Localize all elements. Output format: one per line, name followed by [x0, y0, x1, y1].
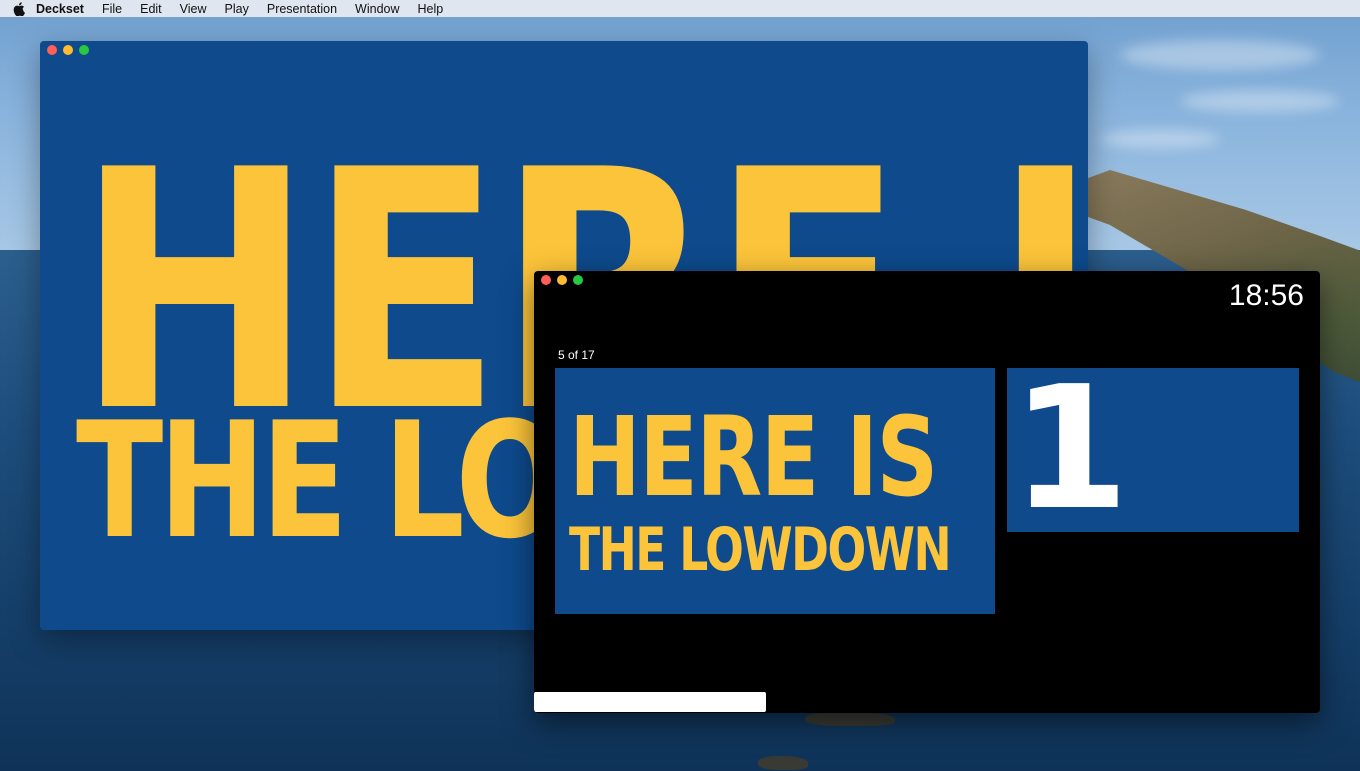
close-icon[interactable]	[47, 45, 57, 55]
current-slide-preview[interactable]: HERE IS THE LOWDOWN	[555, 368, 995, 614]
zoom-icon[interactable]	[79, 45, 89, 55]
presenter-window: 18:56 5 of 17 HERE IS THE LOWDOWN 1	[534, 271, 1320, 713]
window-controls	[541, 275, 583, 285]
menu-help[interactable]: Help	[418, 2, 444, 16]
menu-presentation[interactable]: Presentation	[267, 2, 337, 16]
next-slide-preview[interactable]: 1	[1007, 368, 1299, 532]
rock	[758, 756, 808, 770]
menu-app-name[interactable]: Deckset	[36, 2, 84, 16]
menu-view[interactable]: View	[180, 2, 207, 16]
progress-bar	[534, 692, 766, 712]
close-icon[interactable]	[541, 275, 551, 285]
menu-file[interactable]: File	[102, 2, 122, 16]
current-slide-line2: THE LOWDOWN	[569, 515, 952, 585]
minimize-icon[interactable]	[63, 45, 73, 55]
minimize-icon[interactable]	[557, 275, 567, 285]
menu-window[interactable]: Window	[355, 2, 399, 16]
window-controls	[47, 45, 89, 55]
menu-edit[interactable]: Edit	[140, 2, 162, 16]
cloud	[1100, 130, 1220, 148]
zoom-icon[interactable]	[573, 275, 583, 285]
rock	[805, 712, 895, 726]
menu-bar: Deckset File Edit View Play Presentation…	[0, 0, 1360, 17]
presenter-clock: 18:56	[1228, 279, 1304, 312]
next-slide-text: 1	[1011, 368, 1130, 532]
menu-play[interactable]: Play	[225, 2, 249, 16]
slide-counter: 5 of 17	[558, 348, 595, 362]
cloud	[1180, 90, 1340, 112]
apple-icon[interactable]	[12, 1, 26, 16]
cloud	[1120, 40, 1320, 70]
current-slide-line1: HERE IS	[569, 393, 938, 521]
